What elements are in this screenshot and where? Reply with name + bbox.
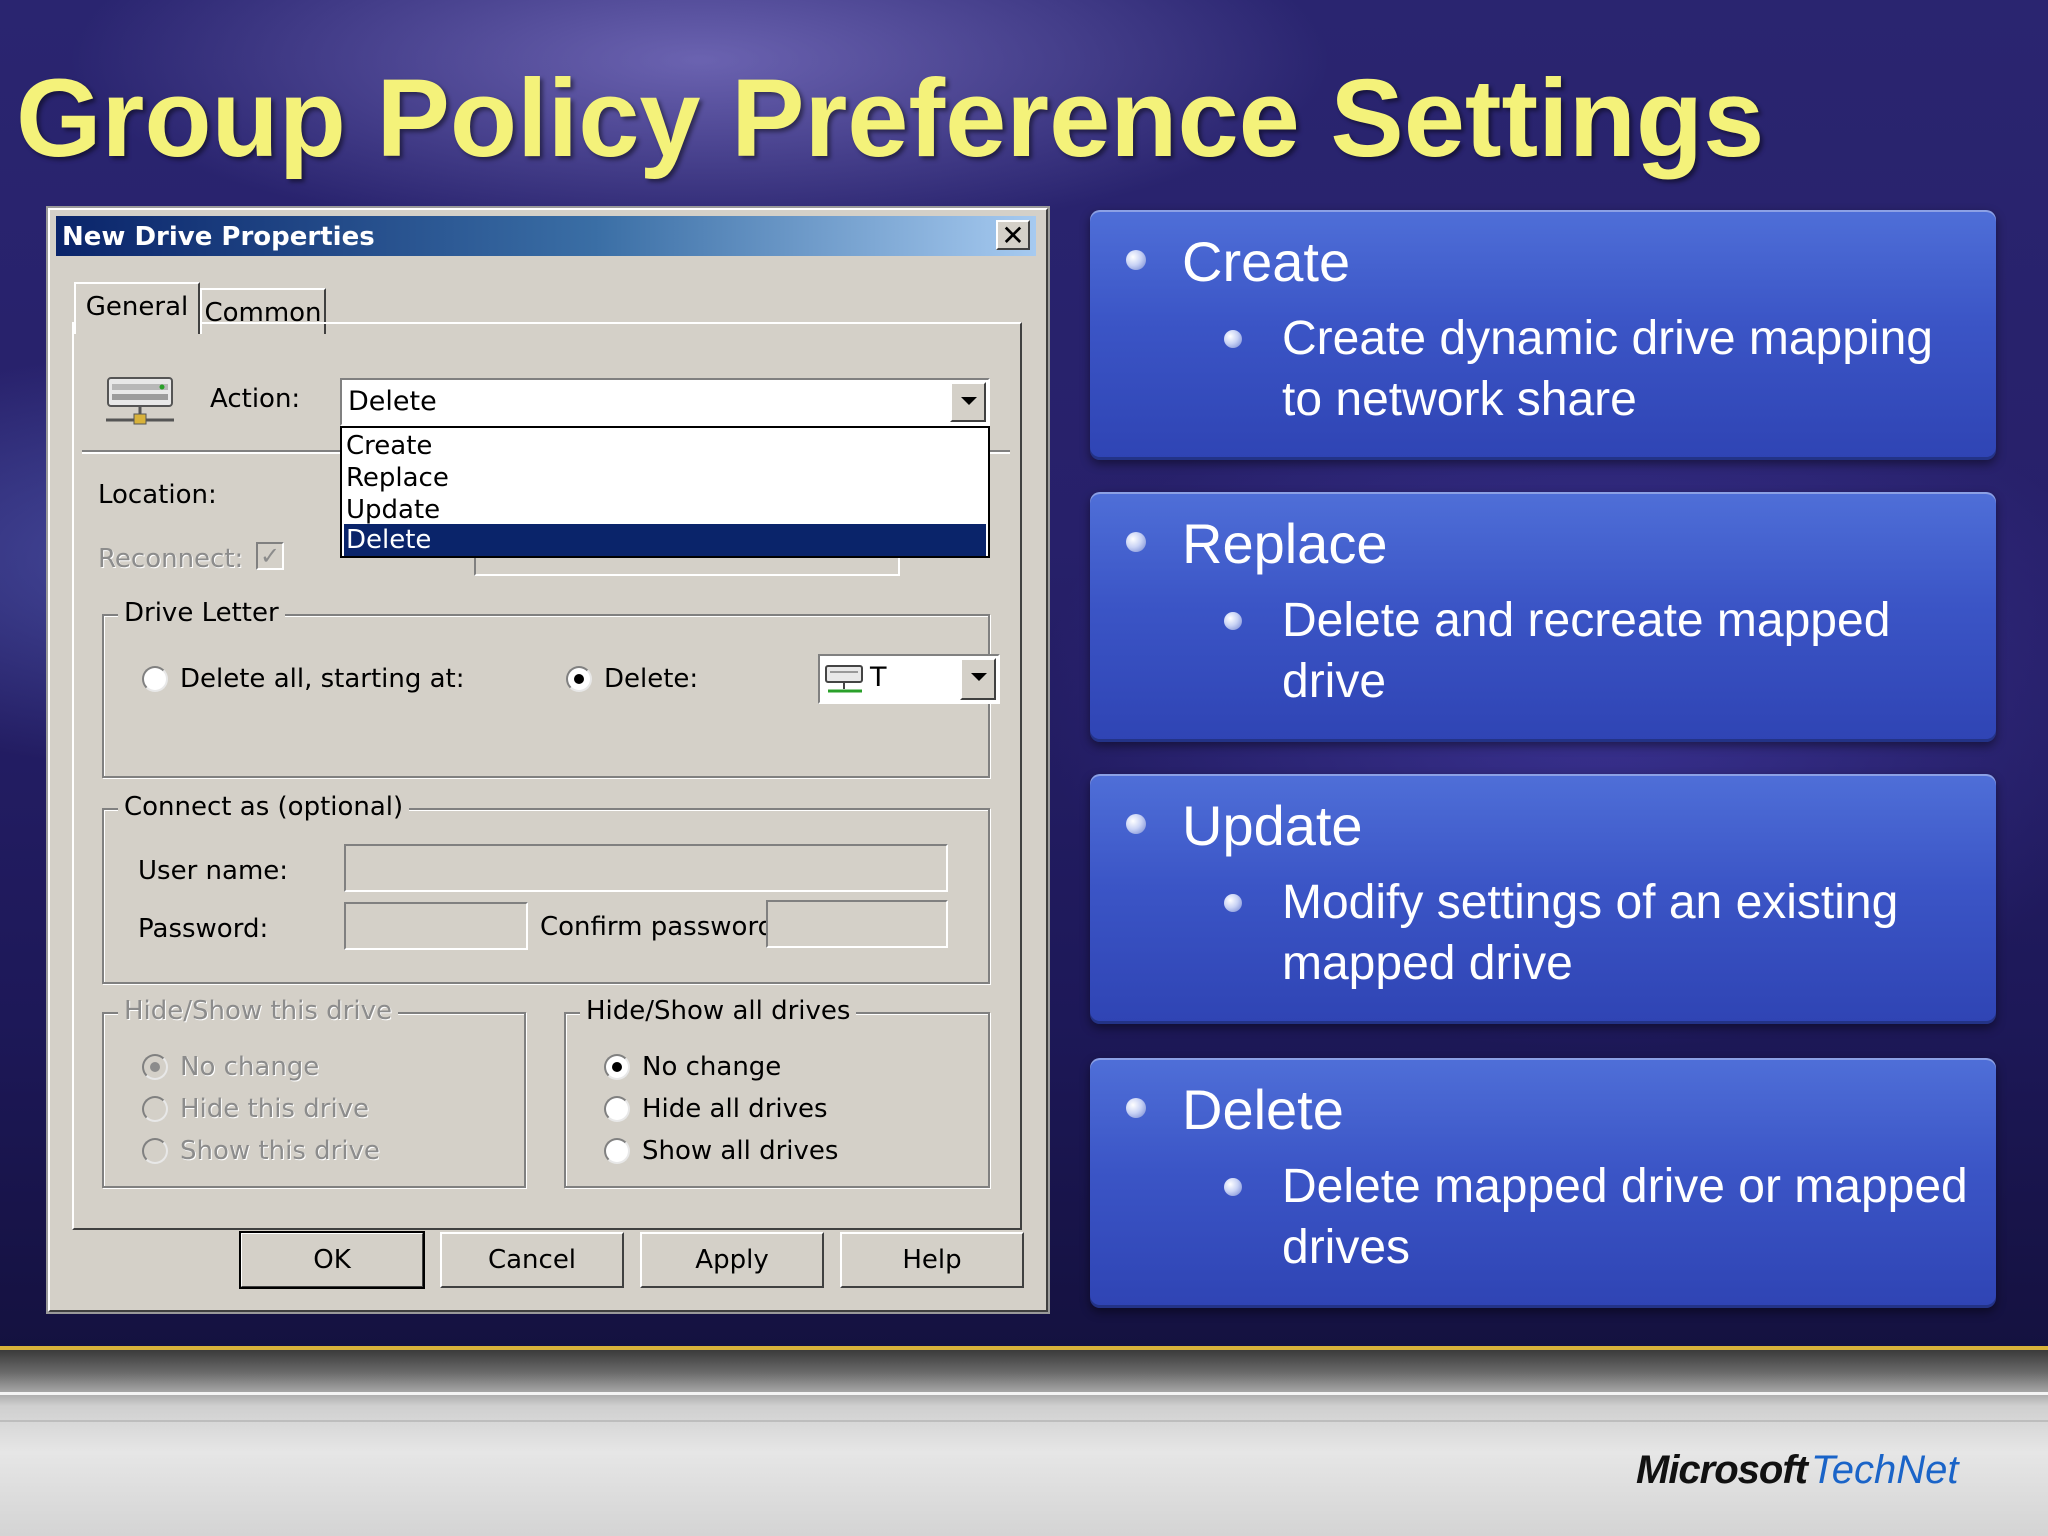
all-no-change-label: No change <box>642 1052 782 1082</box>
logo-product: TechNet <box>1811 1448 1959 1492</box>
delete-all-label: Delete all, starting at: <box>180 664 465 694</box>
confirm-password-input[interactable] <box>766 900 948 948</box>
action-label: Action: <box>210 384 301 414</box>
panel-heading: Replace <box>1182 512 1388 575</box>
footer-stripe <box>0 1420 2048 1422</box>
password-input[interactable] <box>344 902 528 950</box>
apply-button[interactable]: Apply <box>640 1232 824 1288</box>
sub-bullet-icon <box>1224 1178 1242 1196</box>
panel-heading: Create <box>1182 230 1351 293</box>
panel-create: Create Create dynamic drive mapping to n… <box>1090 210 1996 460</box>
bullet-icon <box>1126 1098 1146 1118</box>
microsoft-technet-logo: Microsoft TechNet <box>1636 1448 1959 1498</box>
bullet-icon <box>1126 814 1146 834</box>
hide-show-this-drive-title: Hide/Show this drive <box>118 996 398 1026</box>
panel-description: Delete and recreate mapped drive <box>1282 594 1891 708</box>
show-this-drive-radio[interactable] <box>142 1138 168 1164</box>
hide-this-drive-radio[interactable] <box>142 1096 168 1122</box>
connect-as-group-title: Connect as (optional) <box>118 792 410 822</box>
hide-show-all-drives-title: Hide/Show all drives <box>580 996 857 1026</box>
ok-button[interactable]: OK <box>239 1231 425 1289</box>
drive-letter-select[interactable]: T <box>818 654 1000 704</box>
close-button[interactable]: ✕ <box>996 220 1030 250</box>
panel-update: Update Modify settings of an existing ma… <box>1090 774 1996 1024</box>
hide-show-this-drive-group: Hide/Show this drive No change Hide this… <box>102 996 526 1188</box>
action-option-replace[interactable]: Replace <box>344 462 986 494</box>
panel-description: Create dynamic drive mapping to network … <box>1282 312 1933 426</box>
footer-stripe <box>0 1392 2048 1395</box>
logo-brand: Microsoft <box>1636 1448 1808 1492</box>
delete-all-radio[interactable] <box>142 666 168 692</box>
this-no-change-radio[interactable] <box>142 1054 168 1080</box>
sub-bullet-icon <box>1224 894 1242 912</box>
slide-footer <box>0 1350 2048 1536</box>
hide-show-all-drives-group: Hide/Show all drives No change Hide all … <box>564 996 990 1188</box>
show-all-drives-label: Show all drives <box>642 1136 839 1166</box>
reconnect-label: Reconnect: <box>98 544 244 574</box>
action-option-update[interactable]: Update <box>344 494 986 526</box>
dialog-title: New Drive Properties <box>62 222 375 252</box>
help-button[interactable]: Help <box>840 1232 1024 1288</box>
user-name-input[interactable] <box>344 844 948 892</box>
user-name-label: User name: <box>138 856 289 886</box>
panel-heading: Update <box>1182 794 1363 857</box>
action-option-delete[interactable]: Delete <box>344 524 986 556</box>
show-this-drive-label: Show this drive <box>180 1136 380 1166</box>
panel-description: Modify settings of an existing mapped dr… <box>1282 876 1899 990</box>
panel-description: Delete mapped drive or mapped drives <box>1282 1160 1968 1274</box>
close-icon: ✕ <box>1001 219 1025 252</box>
action-select-value: Delete <box>348 386 437 417</box>
delete-radio[interactable] <box>566 666 592 692</box>
network-drive-icon <box>825 665 863 693</box>
drive-letter-value: T <box>870 662 887 693</box>
tab-general[interactable]: General <box>74 282 200 334</box>
hide-all-drives-radio[interactable] <box>604 1096 630 1122</box>
slide-title: Group Policy Preference Settings <box>16 57 1765 180</box>
password-label: Password: <box>138 914 269 944</box>
bullet-icon <box>1126 532 1146 552</box>
hide-this-drive-label: Hide this drive <box>180 1094 370 1124</box>
hide-all-drives-label: Hide all drives <box>642 1094 828 1124</box>
show-all-drives-radio[interactable] <box>604 1138 630 1164</box>
chevron-down-icon[interactable] <box>950 382 986 422</box>
action-option-create[interactable]: Create <box>344 430 986 462</box>
new-drive-properties-dialog: New Drive Properties ✕ General Common Ac… <box>48 208 1048 1312</box>
sub-bullet-icon <box>1224 330 1242 348</box>
sub-bullet-icon <box>1224 612 1242 630</box>
bullet-icon <box>1126 250 1146 270</box>
delete-label: Delete: <box>604 664 699 694</box>
location-label: Location: <box>98 480 217 510</box>
panel-heading: Delete <box>1182 1078 1344 1141</box>
confirm-password-label: Confirm password: <box>540 912 783 942</box>
cancel-button[interactable]: Cancel <box>440 1232 624 1288</box>
dialog-titlebar[interactable]: New Drive Properties ✕ <box>56 216 1036 256</box>
action-select[interactable]: Delete <box>340 378 990 426</box>
tab-label: General <box>85 292 189 322</box>
network-drive-icon <box>106 377 174 425</box>
chevron-down-icon[interactable] <box>960 658 996 700</box>
drive-letter-group-title: Drive Letter <box>118 598 285 628</box>
panel-delete: Delete Delete mapped drive or mapped dri… <box>1090 1058 1996 1308</box>
all-no-change-radio[interactable] <box>604 1054 630 1080</box>
panel-replace: Replace Delete and recreate mapped drive <box>1090 492 1996 742</box>
drive-letter-group: Drive Letter Delete all, starting at: De… <box>102 598 1000 778</box>
connect-as-group: Connect as (optional) User name: Passwor… <box>102 792 990 984</box>
action-dropdown-list: Create Replace Update Delete <box>340 426 990 558</box>
checkmark-icon: ✓ <box>259 542 281 570</box>
this-no-change-label: No change <box>180 1052 320 1082</box>
reconnect-checkbox[interactable]: ✓ <box>256 542 284 570</box>
